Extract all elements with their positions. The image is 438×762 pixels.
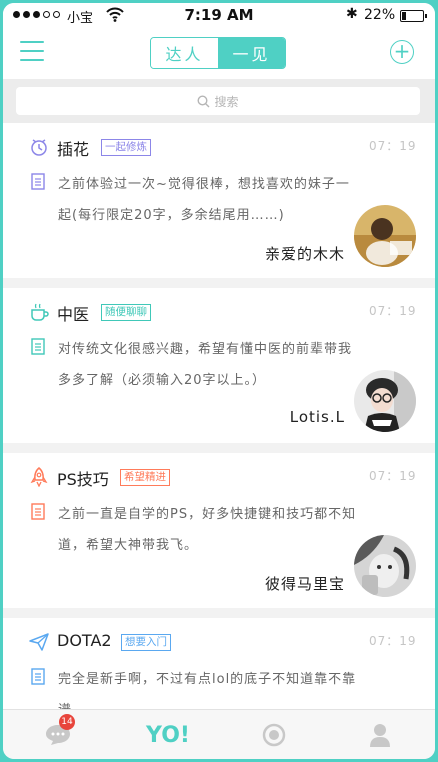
list-item[interactable]: 中医 随便聊聊 07：19 对传统文化很感兴趣，希望有懂中医的前辈带我多多了解（… [3,288,435,443]
card-tag: 希望精进 [120,469,170,486]
phone-frame: 小宝 7:19 AM ✱ 22% 达人 一见 + 搜索 插花 一起修炼 07：1… [0,0,438,762]
document-icon [31,668,45,685]
nav-bar: 达人 一见 + [3,29,435,79]
yo-label: YO! [146,722,190,748]
avatar[interactable] [354,205,416,267]
card-tag: 想要入门 [121,634,171,651]
card-title: PS技巧 [57,470,109,489]
card-time: 07：19 [369,469,417,483]
card-time: 07：19 [369,304,417,318]
card-tag: 一起修炼 [101,139,151,156]
search-placeholder: 搜索 [214,94,239,109]
card-author[interactable]: Lotis.L [290,408,345,426]
add-icon[interactable]: + [390,40,414,64]
person-icon [370,724,390,747]
tab-yijian[interactable]: 一见 [218,38,285,68]
message-badge: 14 [59,714,75,730]
avatar[interactable] [354,370,416,432]
card-title: 插花 [57,140,90,159]
avatar[interactable] [354,535,416,597]
tab-yo[interactable]: YO! [133,710,203,759]
card-author[interactable]: 彼得马里宝 [265,573,345,594]
battery-icon [400,10,427,22]
card-time: 07：19 [369,634,417,648]
card-tag: 随便聊聊 [101,304,151,321]
tab-discover[interactable] [239,710,309,759]
card-title: DOTA2 [57,631,112,650]
rocket-icon [30,467,48,487]
document-icon [31,503,45,520]
document-icon [31,173,45,190]
status-bar: 小宝 7:19 AM ✱ 22% [3,3,435,29]
search-input[interactable]: 搜索 [16,87,420,115]
search-icon [197,94,210,107]
card-description: 之前体验过一次~觉得很棒，想找喜欢的妹子一起(每行限定20字，多余结尾用……) [58,177,350,223]
paper-plane-icon [29,633,49,651]
tab-daren[interactable]: 达人 [151,38,218,68]
card-description: 对传统文化很感兴趣，希望有懂中医的前辈带我多多了解（必须输入20字以上。） [58,342,353,388]
list-item[interactable]: PS技巧 希望精进 07：19 之前一直是自学的PS，好多快捷键和技巧都不知道，… [3,453,435,608]
clock-icon [31,139,47,156]
bluetooth-icon: ✱ [346,6,358,22]
card-author[interactable]: 亲爱的木木 [265,243,345,264]
battery-percent: 22% [364,7,396,23]
document-icon [31,338,45,355]
tab-messages[interactable]: 14 [23,710,93,759]
menu-icon[interactable] [20,41,44,63]
lens-icon [262,723,286,747]
list-item[interactable]: DOTA2 想要入门 07：19 完全是新手啊，不过有点lol的底子不知道靠不靠… [3,618,435,718]
card-title: 中医 [57,305,90,324]
card-description: 之前一直是自学的PS，好多快捷键和技巧都不知道，希望大神带我飞。 [58,507,357,553]
tab-profile[interactable] [345,710,415,759]
tab-bar: 14 YO! [3,709,435,759]
coffee-cup-icon [31,303,49,321]
card-time: 07：19 [369,139,417,153]
search-bar: 搜索 [3,79,435,123]
segmented-control: 达人 一见 [150,37,286,69]
list-item[interactable]: 插花 一起修炼 07：19 之前体验过一次~觉得很棒，想找喜欢的妹子一起(每行限… [3,123,435,278]
